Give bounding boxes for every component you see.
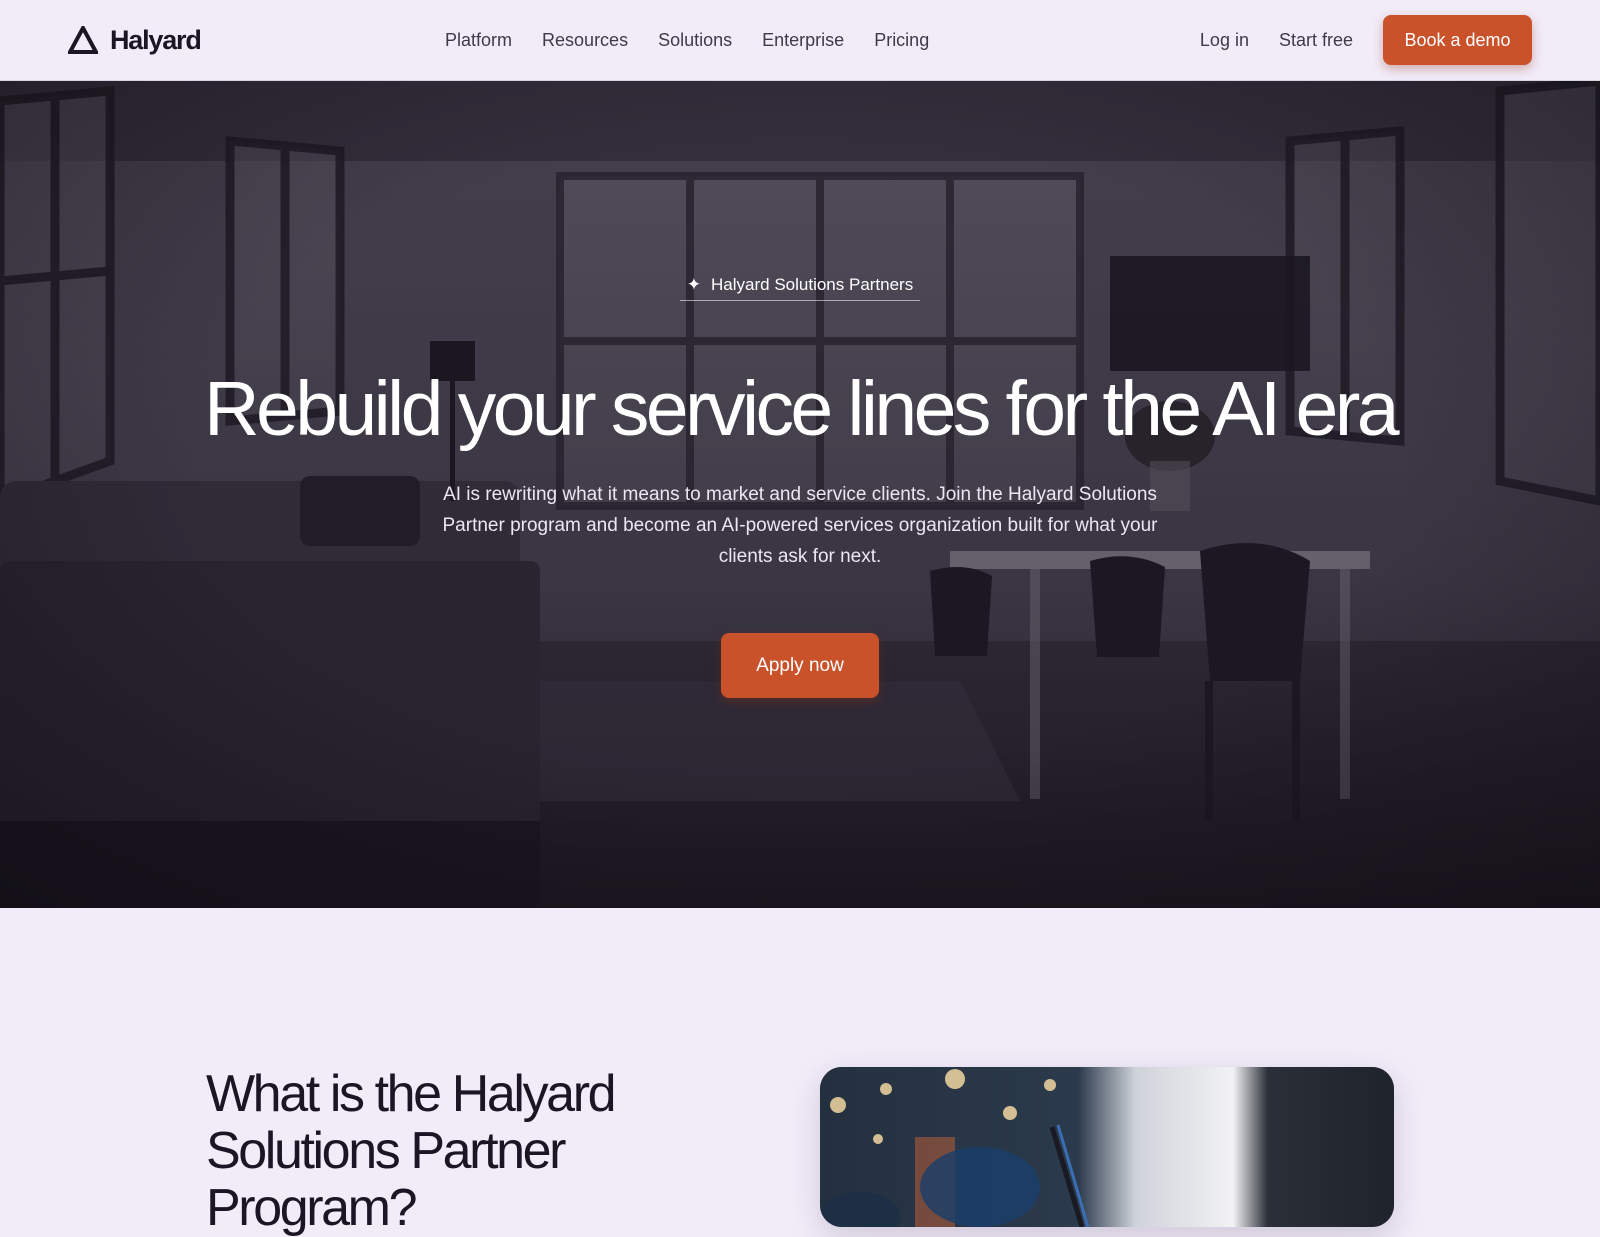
- hero-subtitle: AI is rewriting what it means to market …: [442, 484, 1158, 567]
- start-free-link[interactable]: Start free: [1279, 15, 1353, 65]
- sparkle-icon: ✦: [686, 275, 702, 294]
- brand-name: Halyard: [110, 24, 202, 55]
- program-image-card: [820, 1067, 1394, 1227]
- nav-link-pricing[interactable]: Pricing: [859, 26, 944, 54]
- nav-link-platform[interactable]: Platform: [430, 26, 527, 54]
- apply-now-button[interactable]: Apply now: [721, 633, 879, 698]
- brand-logo[interactable]: Halyard: [68, 24, 202, 56]
- program-photo: [820, 1067, 1394, 1227]
- nav-link-resources[interactable]: Resources: [527, 26, 643, 54]
- triangle-logo-icon: [68, 26, 98, 54]
- nav-actions: Log in Start free Book a demo: [1200, 15, 1532, 65]
- hero-title: Rebuild your service lines for the AI er…: [203, 366, 1400, 452]
- hero-eyebrow: ✦ Halyard Solutions Partners: [680, 269, 920, 301]
- book-demo-button[interactable]: Book a demo: [1383, 15, 1532, 65]
- hero-section: ✦ Halyard Solutions Partners Rebuild you…: [0, 81, 1600, 908]
- nav-link-enterprise[interactable]: Enterprise: [747, 26, 859, 54]
- login-link[interactable]: Log in: [1200, 15, 1249, 65]
- primary-nav: Platform Resources Solutions Enterprise …: [430, 26, 944, 54]
- section-title: What is the Halyard Solutions Partner Pr…: [206, 1065, 617, 1237]
- top-nav: Halyard Platform Resources Solutions Ent…: [0, 0, 1600, 81]
- nav-link-solutions[interactable]: Solutions: [643, 26, 747, 54]
- eyebrow-label: Halyard Solutions Partners: [711, 274, 914, 294]
